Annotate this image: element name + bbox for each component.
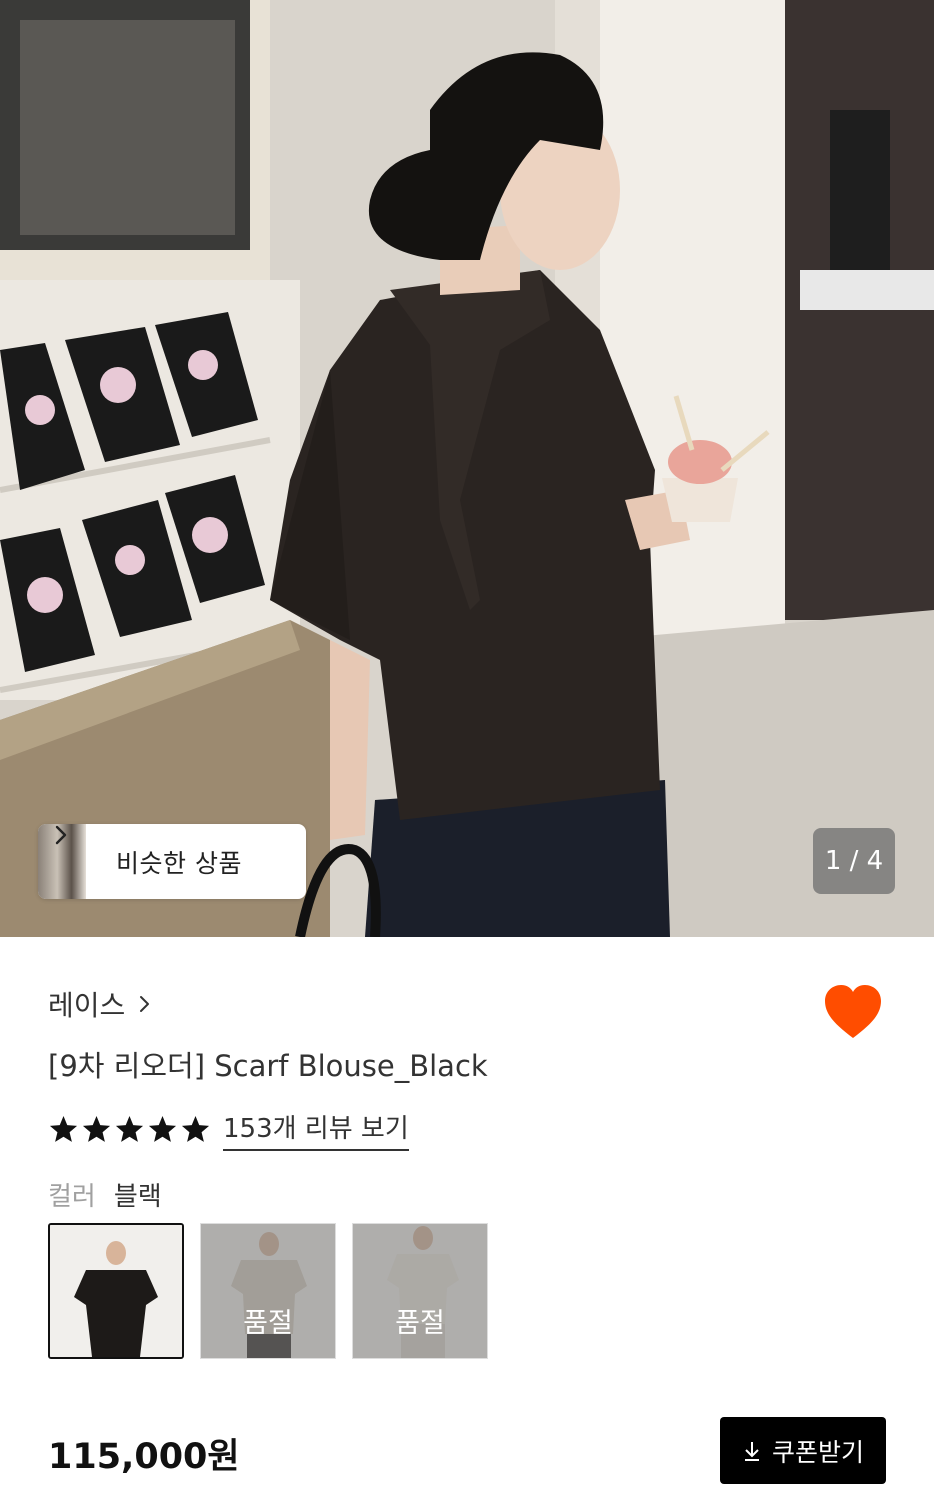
color-swatches: 품절 품절 (48, 1223, 488, 1359)
soldout-overlay: 품절 (353, 1224, 487, 1358)
color-option-row: 컬러 블랙 (48, 1176, 162, 1213)
color-value: 블랙 (113, 1182, 162, 1212)
star-icon (49, 1115, 78, 1142)
brand-name: 레이스 (48, 989, 126, 1022)
heart-icon[interactable] (822, 982, 884, 1042)
star-icon (181, 1115, 210, 1142)
product-price: 115,000원 (48, 1437, 240, 1477)
coupon-download-button[interactable]: 쿠폰받기 (720, 1417, 886, 1484)
color-swatch-black[interactable] (48, 1223, 184, 1359)
brand-link[interactable]: 레이스 (48, 984, 153, 1024)
chevron-right-icon (55, 825, 67, 845)
coupon-button-label: 쿠폰받기 (771, 1437, 864, 1467)
rating-row: 153개 리뷰 보기 (48, 1108, 409, 1151)
product-photo (0, 0, 934, 937)
product-image-gallery[interactable]: 비슷한 상품 1 / 4 (0, 0, 934, 937)
star-icon (115, 1115, 144, 1142)
chevron-right-icon (140, 996, 150, 1012)
similar-products-button[interactable]: 비슷한 상품 (38, 824, 306, 899)
similar-products-label: 비슷한 상품 (116, 848, 242, 878)
color-swatch-ivory[interactable]: 품절 (352, 1223, 488, 1359)
color-label: 컬러 (48, 1182, 96, 1212)
color-swatch-beige[interactable]: 품절 (200, 1223, 336, 1359)
image-counter: 1 / 4 (813, 828, 895, 894)
product-title: [9차 리오더] Scarf Blouse_Black (48, 1049, 488, 1083)
soldout-label: 품절 (395, 1308, 445, 1339)
star-icon (148, 1115, 177, 1142)
review-link[interactable]: 153개 리뷰 보기 (223, 1108, 409, 1151)
star-icon (82, 1115, 111, 1142)
swatch-image (50, 1225, 182, 1357)
download-icon (744, 1441, 759, 1461)
soldout-label: 품절 (243, 1308, 293, 1339)
soldout-overlay: 품절 (201, 1224, 335, 1358)
star-rating (48, 1114, 211, 1145)
